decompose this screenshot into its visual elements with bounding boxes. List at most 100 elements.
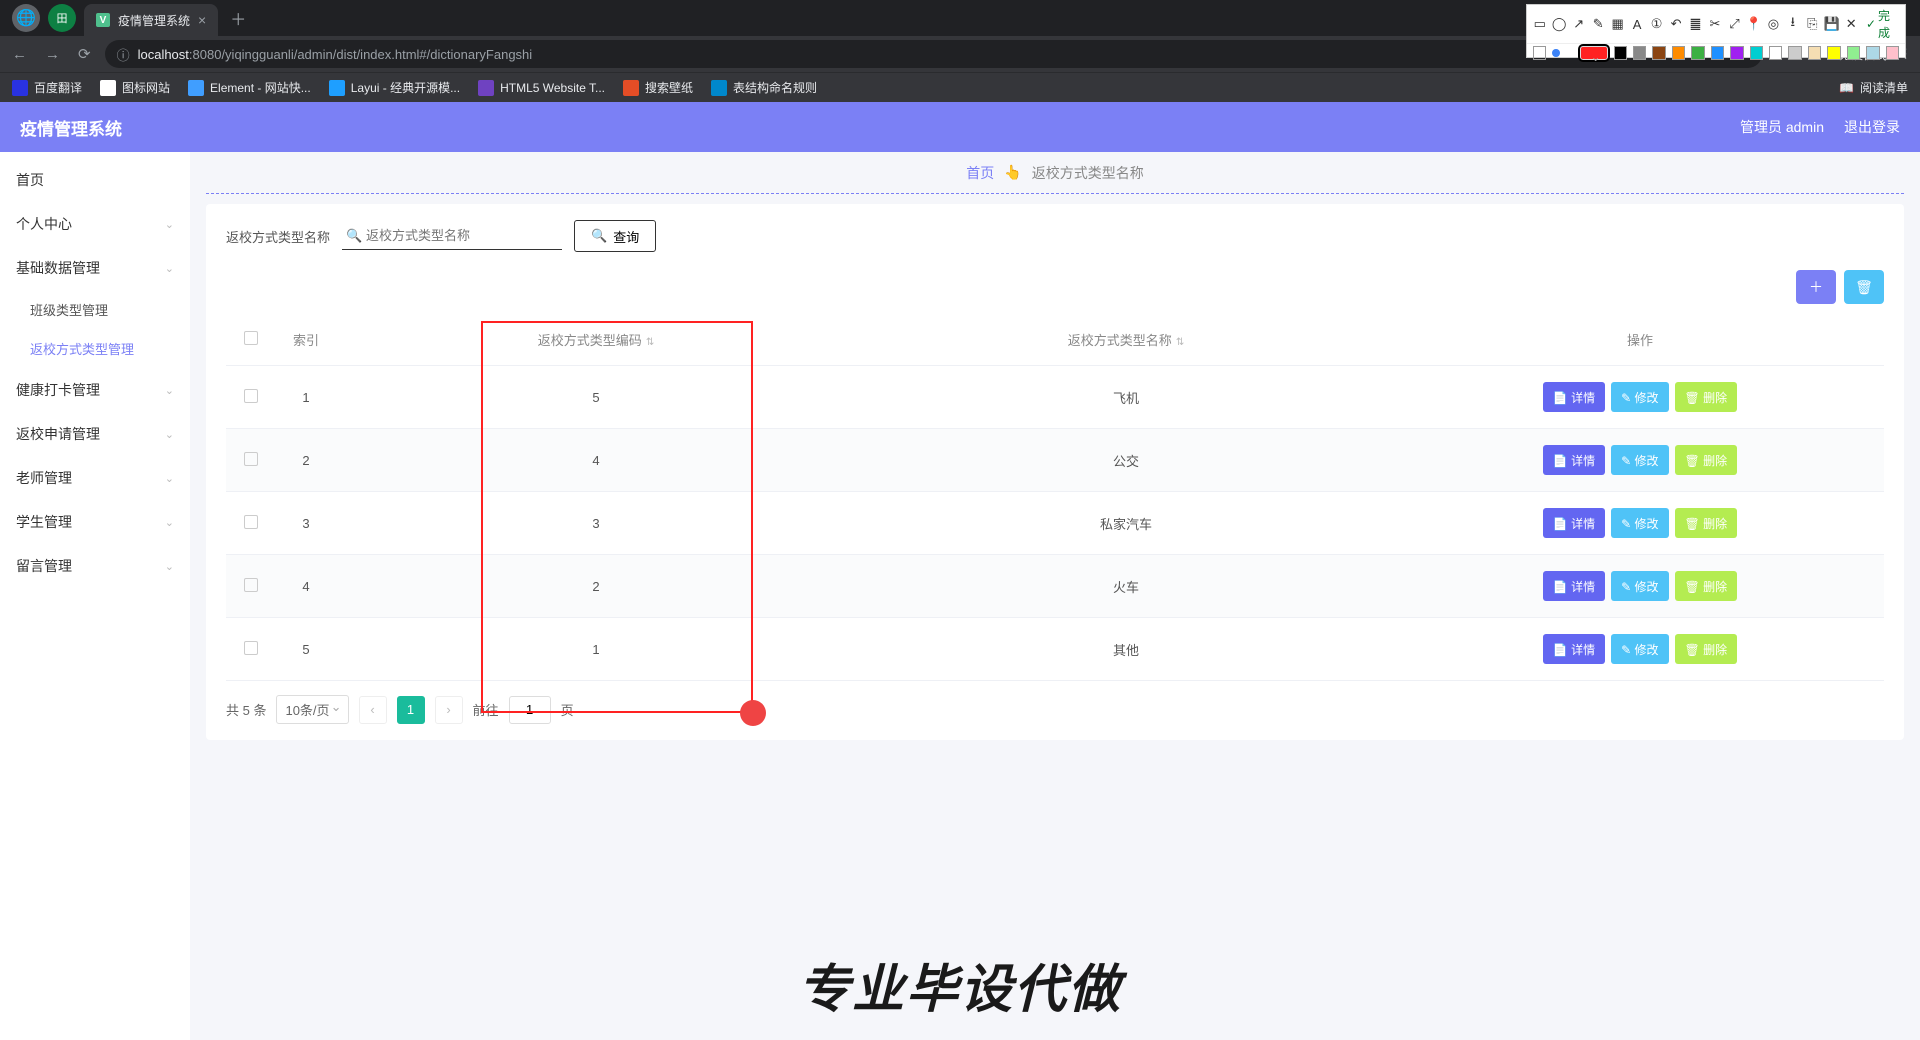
color-black[interactable] — [1614, 46, 1627, 60]
tab-icon-generic[interactable]: 🌐 — [12, 4, 40, 32]
bookmark-item[interactable]: 表结构命名规则 — [711, 79, 817, 96]
stroke-size-small[interactable] — [1533, 46, 1546, 60]
edit-button[interactable]: ✎ 修改 — [1611, 571, 1668, 601]
color-gray[interactable] — [1633, 46, 1646, 60]
ellipse-tool-icon[interactable]: ◯ — [1550, 15, 1567, 33]
color-pink[interactable] — [1886, 46, 1899, 60]
address-bar[interactable]: ⓘ localhost:8080/yiqingguanli/admin/dist… — [105, 40, 1763, 68]
sidebar-sub-returntype[interactable]: 返校方式类型管理 — [0, 329, 190, 368]
user-label[interactable]: 管理员 admin — [1740, 117, 1824, 137]
color-orange[interactable] — [1672, 46, 1685, 60]
bookmark-item[interactable]: Layui - 经典开源模... — [329, 79, 460, 96]
color-white[interactable] — [1769, 46, 1782, 60]
detail-button[interactable]: 📄 详情 — [1543, 571, 1605, 601]
crop-tool-icon[interactable]: ✂ — [1706, 15, 1723, 33]
tab-close-icon[interactable]: × — [198, 12, 206, 28]
bookmark-item[interactable]: 搜索壁纸 — [623, 79, 693, 96]
pager-page-1[interactable]: 1 — [397, 696, 425, 724]
detail-button[interactable]: 📄 详情 — [1543, 382, 1605, 412]
pin-tool-icon[interactable]: 📍 — [1745, 15, 1762, 33]
col-code[interactable]: 返校方式类型编码⇅ — [336, 314, 856, 366]
new-tab-button[interactable]: ＋ — [230, 6, 246, 30]
row-checkbox[interactable] — [244, 452, 258, 466]
delete-button[interactable]: 🗑 删除 — [1675, 445, 1738, 475]
bookmark-item[interactable]: 图标网站 — [100, 79, 170, 96]
pen-tool-icon[interactable]: ✎ — [1589, 15, 1606, 33]
expand-tool-icon[interactable]: ⤢ — [1726, 15, 1743, 33]
stroke-size-dot[interactable] — [1552, 49, 1560, 57]
delete-button[interactable]: 🗑 删除 — [1675, 508, 1738, 538]
tab-icon-app[interactable]: 田 — [48, 4, 76, 32]
pager-goto-input[interactable] — [509, 696, 551, 724]
edit-button[interactable]: ✎ 修改 — [1611, 445, 1668, 475]
row-checkbox[interactable] — [244, 389, 258, 403]
sidebar-item-student[interactable]: 学生管理⌄ — [0, 500, 190, 544]
detail-button[interactable]: 📄 详情 — [1543, 508, 1605, 538]
color-green[interactable] — [1691, 46, 1704, 60]
row-checkbox[interactable] — [244, 578, 258, 592]
back-icon[interactable]: ← — [8, 46, 31, 63]
color-red[interactable] — [1580, 46, 1608, 60]
delete-button[interactable]: 🗑 删除 — [1675, 382, 1738, 412]
batch-delete-button[interactable]: 🗑 — [1844, 270, 1884, 304]
site-info-icon[interactable]: ⓘ — [117, 45, 130, 64]
arrow-tool-icon[interactable]: ↗ — [1570, 15, 1587, 33]
sidebar-item-basedata[interactable]: 基础数据管理⌄ — [0, 246, 190, 290]
copy-tool-icon[interactable]: ⎘ — [1804, 15, 1821, 33]
page-size-select[interactable]: 10条/页 — [276, 695, 348, 724]
color-lightblue[interactable] — [1866, 46, 1879, 60]
reading-list-button[interactable]: 📖 阅读清单 — [1839, 79, 1908, 96]
sidebar-item-home[interactable]: 首页 — [0, 158, 190, 202]
done-button[interactable]: ✓ 完成 — [1866, 7, 1901, 41]
color-blue[interactable] — [1711, 46, 1724, 60]
screenshot-annotation-toolbar[interactable]: ▭ ◯ ↗ ✎ ▦ A ① ↶ ䷀ ✂ ⤢ 📍 ◎ ⭳ ⎘ 💾 ✕ ✓ 完成 — [1526, 4, 1906, 58]
edit-button[interactable]: ✎ 修改 — [1611, 508, 1668, 538]
rect-tool-icon[interactable]: ▭ — [1531, 15, 1548, 33]
record-tool-icon[interactable]: ◎ — [1765, 15, 1782, 33]
bookmark-item[interactable]: Element - 网站快... — [188, 79, 311, 96]
color-cyan[interactable] — [1750, 46, 1763, 60]
download-tool-icon[interactable]: ⭳ — [1784, 15, 1801, 33]
detail-button[interactable]: 📄 详情 — [1543, 634, 1605, 664]
edit-button[interactable]: ✎ 修改 — [1611, 634, 1668, 664]
sidebar-sub-classtype[interactable]: 班级类型管理 — [0, 290, 190, 329]
row-checkbox[interactable] — [244, 641, 258, 655]
color-purple[interactable] — [1730, 46, 1743, 60]
color-lightgray[interactable] — [1788, 46, 1801, 60]
bookmark-item[interactable]: HTML5 Website T... — [478, 80, 605, 96]
edit-button[interactable]: ✎ 修改 — [1611, 382, 1668, 412]
bookmark-item[interactable]: 百度翻译 — [12, 79, 82, 96]
undo-tool-icon[interactable]: ↶ — [1667, 15, 1684, 33]
sidebar-item-returnapply[interactable]: 返校申请管理⌄ — [0, 412, 190, 456]
sidebar-item-health[interactable]: 健康打卡管理⌄ — [0, 368, 190, 412]
save-tool-icon[interactable]: 💾 — [1823, 15, 1840, 33]
cancel-tool-icon[interactable]: ✕ — [1843, 15, 1860, 33]
detail-button[interactable]: 📄 详情 — [1543, 445, 1605, 475]
text-tool-icon[interactable]: A — [1628, 15, 1645, 33]
delete-button[interactable]: 🗑 删除 — [1675, 634, 1738, 664]
breadcrumb-home[interactable]: 首页 — [966, 163, 994, 183]
counter-tool-icon[interactable]: ① — [1648, 15, 1665, 33]
pager-next[interactable]: › — [435, 696, 463, 724]
color-lightgreen[interactable] — [1847, 46, 1860, 60]
delete-button[interactable]: 🗑 删除 — [1675, 571, 1738, 601]
search-input[interactable] — [342, 222, 562, 249]
sidebar-item-teacher[interactable]: 老师管理⌄ — [0, 456, 190, 500]
search-button[interactable]: 🔍查询 — [574, 220, 656, 252]
mosaic-tool-icon[interactable]: ▦ — [1609, 15, 1626, 33]
logout-link[interactable]: 退出登录 — [1844, 117, 1900, 137]
color-yellow[interactable] — [1827, 46, 1840, 60]
add-button[interactable]: ＋ — [1796, 270, 1836, 304]
ocr-tool-icon[interactable]: ䷀ — [1687, 15, 1704, 33]
sidebar-item-message[interactable]: 留言管理⌄ — [0, 544, 190, 588]
select-all-checkbox[interactable] — [244, 331, 258, 345]
col-name[interactable]: 返校方式类型名称⇅ — [856, 314, 1396, 366]
pager-prev[interactable]: ‹ — [359, 696, 387, 724]
forward-icon[interactable]: → — [41, 46, 64, 63]
row-checkbox[interactable] — [244, 515, 258, 529]
sidebar-item-profile[interactable]: 个人中心⌄ — [0, 202, 190, 246]
color-brown[interactable] — [1652, 46, 1665, 60]
reload-icon[interactable]: ⟳ — [74, 45, 95, 63]
color-tan[interactable] — [1808, 46, 1821, 60]
active-tab[interactable]: V 疫情管理系统 × — [84, 4, 218, 36]
